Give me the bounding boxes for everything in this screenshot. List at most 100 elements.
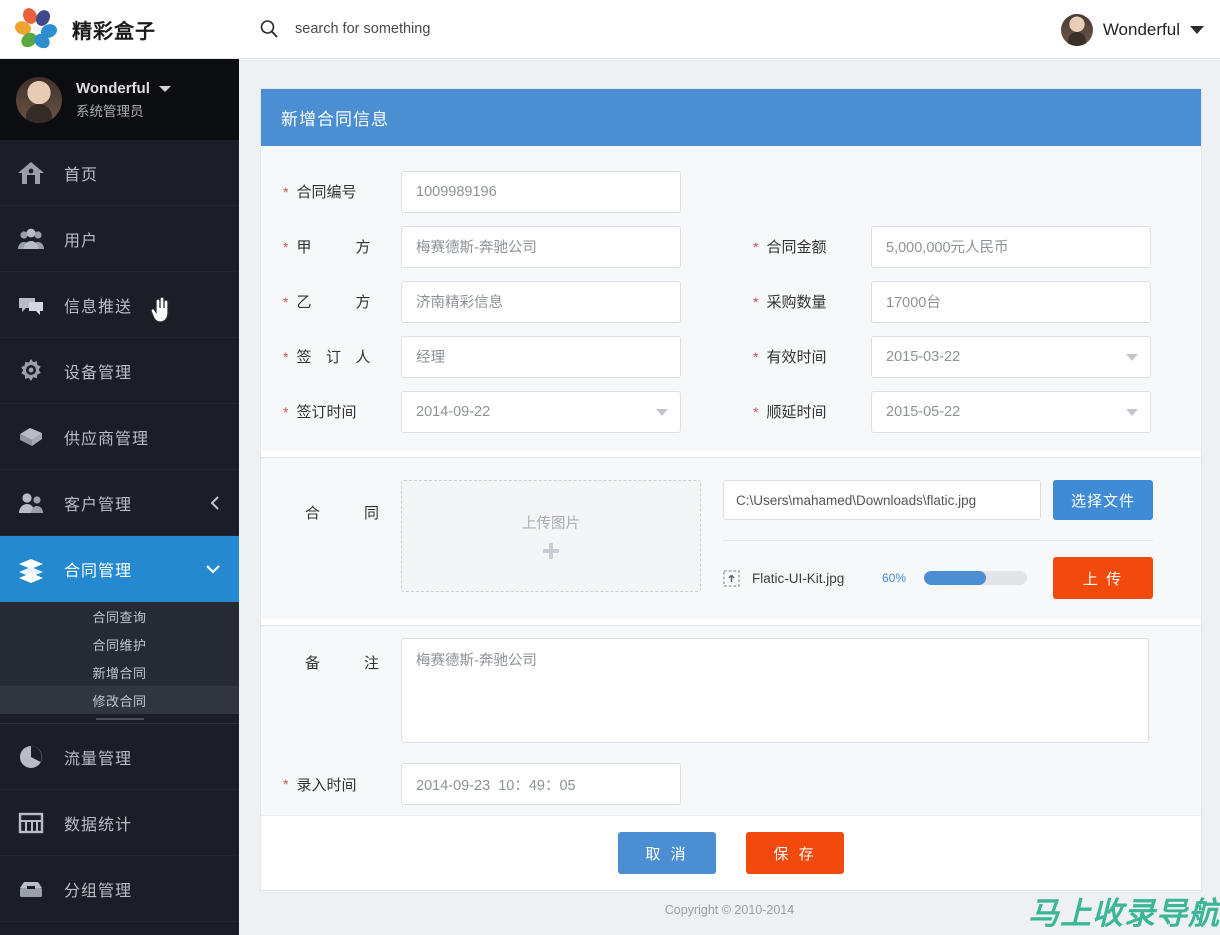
extend-date-input[interactable] <box>871 390 1151 433</box>
required-star: * <box>283 293 289 310</box>
sidebar-item-customer-mgmt[interactable]: 客户管理 <box>0 470 239 536</box>
plus-icon <box>543 542 559 559</box>
uploading-file-name: Flatic-UI-Kit.jpg <box>752 570 845 586</box>
valid-date-input[interactable] <box>871 335 1151 378</box>
sidebar-item-users[interactable]: 用户 <box>0 206 239 272</box>
search-icon <box>260 20 278 38</box>
upload-controls: 选择文件 Flatic-UI-Kit.jpg 60% 上 传 <box>723 480 1153 599</box>
signer-input[interactable] <box>401 335 681 378</box>
customers-icon <box>19 492 43 513</box>
submenu-item-contract-maintain[interactable]: 合同维护 <box>0 630 239 658</box>
chevron-down-icon <box>1190 25 1204 34</box>
remark-textarea[interactable]: 梅赛德斯-奔驰公司 <box>401 638 1149 743</box>
sidebar-user-name: Wonderful <box>76 79 150 97</box>
sidebar-item-supplier-mgmt[interactable]: 供应商管理 <box>0 404 239 470</box>
save-button[interactable]: 保 存 <box>746 832 844 874</box>
sidebar-item-data-stats[interactable]: 数据统计 <box>0 790 239 856</box>
contract-no-input[interactable] <box>401 170 681 213</box>
sidebar-item-home[interactable]: 首页 <box>0 140 239 206</box>
sidebar-item-label: 用户 <box>64 232 99 250</box>
sidebar-avatar <box>16 76 62 123</box>
party-b-input[interactable] <box>401 280 681 323</box>
sidebar-item-label: 客户管理 <box>64 496 133 514</box>
form-row-contract-no: * 合同编号 <box>261 164 1201 219</box>
sidebar-item-group-mgmt[interactable]: 分组管理 <box>0 856 239 922</box>
layers-icon <box>19 558 43 583</box>
chevron-left-icon[interactable] <box>209 495 221 510</box>
form-row-party-a: * 甲 方 * 合同金额 <box>261 219 1201 274</box>
form-actions: 取 消 保 存 <box>261 815 1201 890</box>
pie-chart-icon <box>20 745 42 768</box>
remark-section: 备 注 梅赛德斯-奔驰公司 <box>261 626 1201 753</box>
progress-percent: 60% <box>882 571 907 585</box>
choose-file-button[interactable]: 选择文件 <box>1053 480 1153 520</box>
sidebar-item-device-mgmt[interactable]: 设备管理 <box>0 338 239 404</box>
archive-icon <box>20 881 42 897</box>
label-sign-date: * 签订时间 <box>283 403 357 421</box>
chat-icon <box>19 297 43 315</box>
mouse-cursor-icon <box>150 296 169 323</box>
form-row-party-b: * 乙 方 * 采购数量 <box>261 274 1201 329</box>
contract-submenu: 合同查询 合同维护 新增合同 修改合同 <box>0 602 239 715</box>
label-valid-date: * 有效时间 <box>753 348 827 366</box>
search-input[interactable] <box>295 21 595 37</box>
required-star: * <box>283 348 289 365</box>
brand[interactable]: 精彩盒子 <box>0 8 239 50</box>
valid-date-select[interactable] <box>871 335 1151 378</box>
sign-date-select[interactable] <box>401 390 681 433</box>
sidebar-item-traffic-mgmt[interactable]: 流量管理 <box>0 724 239 790</box>
users-icon <box>18 228 44 249</box>
search-bar[interactable] <box>259 19 595 39</box>
upload-section: 合 同 上传图片 选择文件 <box>261 458 1201 619</box>
home-icon <box>18 161 44 184</box>
watermark: 马上收录导航 <box>1028 896 1220 931</box>
box-icon <box>20 427 42 446</box>
sidebar-item-label: 数据统计 <box>64 816 133 834</box>
sidebar-item-label: 首页 <box>64 166 99 184</box>
sidebar-user-name-row: Wonderful <box>76 78 171 100</box>
flower-logo-icon <box>14 8 58 49</box>
required-star: * <box>753 348 759 365</box>
amount-input[interactable] <box>871 225 1151 268</box>
chevron-down-icon[interactable] <box>205 563 221 575</box>
abacus-icon <box>18 812 44 833</box>
label-quantity: * 采购数量 <box>753 293 827 311</box>
submenu-item-contract-edit[interactable]: 修改合同 <box>0 686 239 714</box>
submenu-item-contract-add[interactable]: 新增合同 <box>0 658 239 686</box>
progress-bar-fill <box>924 571 986 585</box>
label-party-b: * 乙 方 <box>283 293 371 311</box>
sidebar-user-role: 系统管理员 <box>76 103 144 119</box>
submenu-item-contract-query[interactable]: 合同查询 <box>0 602 239 630</box>
sidebar-item-label: 供应商管理 <box>64 430 150 448</box>
sidebar-item-label: 设备管理 <box>64 364 133 382</box>
user-name: Wonderful <box>1102 19 1180 39</box>
file-path-input[interactable] <box>723 480 1041 520</box>
label-remark: 备 注 <box>305 655 379 672</box>
form-fields-block: * 合同编号 * 甲 方 <box>261 146 1201 451</box>
gear-icon <box>21 358 41 381</box>
sidebar-scroll-handle[interactable] <box>0 715 239 724</box>
user-menu[interactable]: Wonderful <box>1060 0 1204 59</box>
sidebar-user-block[interactable]: Wonderful 系统管理员 <box>0 59 239 140</box>
extend-date-select[interactable] <box>871 390 1151 433</box>
upload-button[interactable]: 上 传 <box>1053 557 1153 599</box>
upload-divider <box>723 540 1153 541</box>
image-dropzone[interactable]: 上传图片 <box>401 480 701 592</box>
party-a-input[interactable] <box>401 225 681 268</box>
panel-header: 新增合同信息 <box>261 89 1201 146</box>
sidebar-item-contract-mgmt[interactable]: 合同管理 <box>0 536 239 602</box>
entry-time-input[interactable] <box>401 763 681 805</box>
app-root: 精彩盒子 Wonderful Wonderful 系统管理员 <box>0 0 1220 935</box>
dropzone-label: 上传图片 <box>522 515 580 532</box>
cancel-button[interactable]: 取 消 <box>618 832 716 874</box>
required-star: * <box>283 238 289 255</box>
avatar <box>1060 13 1093 46</box>
sign-date-input[interactable] <box>401 390 681 433</box>
required-star: * <box>283 776 289 792</box>
contract-form-panel: 新增合同信息 * 合同编号 1009989196 * 甲 方 梅赛德斯-奔驰公司… <box>260 88 1202 891</box>
chevron-down-icon[interactable] <box>158 85 171 92</box>
quantity-input[interactable] <box>871 280 1151 323</box>
sidebar-item-label: 流量管理 <box>64 750 133 768</box>
sidebar-item-message-push[interactable]: 信息推送 <box>0 272 239 338</box>
progress-bar <box>924 571 1027 585</box>
